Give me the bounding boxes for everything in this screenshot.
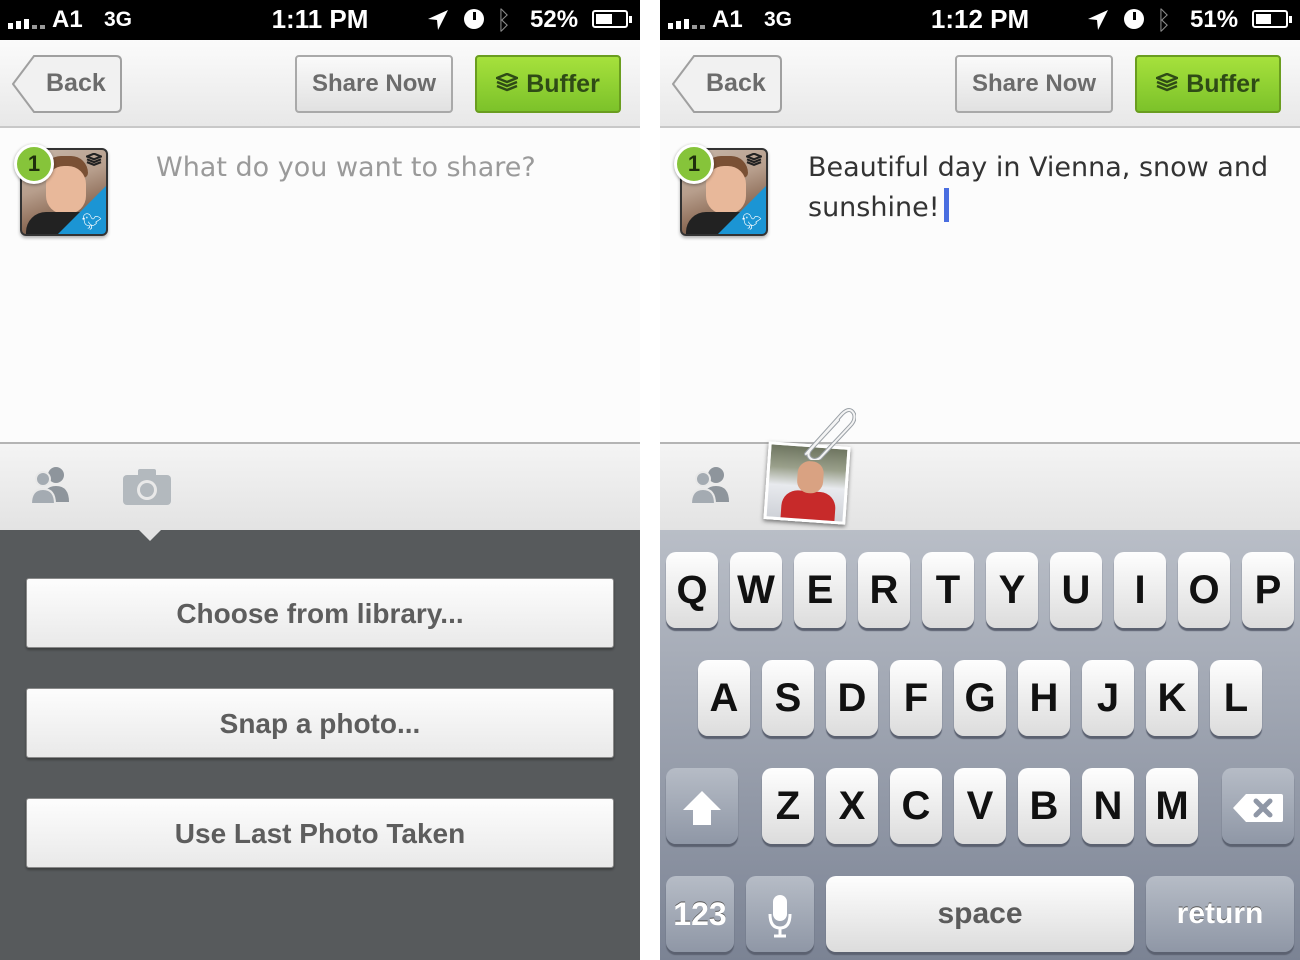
choose-from-library-button[interactable]: Choose from library...	[26, 578, 614, 648]
key-y[interactable]: Y	[986, 552, 1038, 628]
buffer-stack-icon	[746, 153, 762, 167]
key-t[interactable]: T	[922, 552, 974, 628]
key-m[interactable]: M	[1146, 768, 1198, 844]
profile-count-badge: 1	[674, 144, 714, 184]
back-button-label: Back	[46, 69, 106, 97]
use-last-photo-button[interactable]: Use Last Photo Taken	[26, 798, 614, 868]
backspace-icon	[1233, 794, 1283, 823]
key-i[interactable]: I	[1114, 552, 1166, 628]
paperclip-icon	[804, 408, 856, 460]
bluetooth-icon: ᛒ	[496, 5, 512, 35]
key-f[interactable]: F	[890, 660, 942, 736]
compose-input[interactable]: Beautiful day in Vienna, snow and sunshi…	[808, 148, 1278, 228]
compose-text: Beautiful day in Vienna, snow and sunshi…	[808, 152, 1269, 223]
key-b[interactable]: B	[1018, 768, 1070, 844]
space-key[interactable]: space	[826, 876, 1134, 952]
key-d[interactable]: D	[826, 660, 878, 736]
key-v[interactable]: V	[954, 768, 1006, 844]
key-q[interactable]: Q	[666, 552, 718, 628]
people-icon[interactable]	[30, 464, 72, 506]
keyboard: Q W E R T Y U I O P A S D F G H J K L Z …	[660, 530, 1300, 960]
key-r[interactable]: R	[858, 552, 910, 628]
clock-icon	[464, 9, 484, 29]
key-e[interactable]: E	[794, 552, 846, 628]
buffer-stack-icon	[1156, 73, 1179, 92]
snap-photo-button[interactable]: Snap a photo...	[26, 688, 614, 758]
compose-toolbar	[660, 442, 1300, 530]
shift-arrow-icon	[683, 791, 721, 826]
profile-count-badge: 1	[14, 144, 54, 184]
battery-icon	[1252, 10, 1292, 28]
bluetooth-icon: ᛒ	[1156, 5, 1172, 35]
dictation-key[interactable]	[746, 876, 814, 952]
location-arrow-icon	[428, 10, 448, 30]
share-now-button[interactable]: Share Now	[295, 55, 453, 113]
clock-icon	[1124, 9, 1144, 29]
buffer-button-label: Buffer	[526, 70, 600, 98]
key-h[interactable]: H	[1018, 660, 1070, 736]
buffer-button[interactable]: Buffer	[475, 55, 621, 113]
key-k[interactable]: K	[1146, 660, 1198, 736]
key-a[interactable]: A	[698, 660, 750, 736]
menu-pointer	[138, 529, 162, 541]
text-caret	[943, 188, 949, 222]
buffer-stack-icon	[496, 73, 519, 92]
key-z[interactable]: Z	[762, 768, 814, 844]
nav-bar: Back Share Now Buffer	[660, 40, 1300, 128]
microphone-icon	[768, 895, 792, 938]
key-j[interactable]: J	[1082, 660, 1134, 736]
screen-compose-photo-menu: A1 3G 1:11 PM ᛒ 52% Back Share Now Buffe…	[0, 0, 640, 960]
status-bar: A1 3G 1:12 PM ᛒ 51%	[660, 0, 1300, 40]
key-p[interactable]: P	[1242, 552, 1294, 628]
buffer-button[interactable]: Buffer	[1135, 55, 1281, 113]
twitter-bird-icon: 🐦︎	[81, 214, 102, 231]
numbers-key[interactable]: 123	[666, 876, 734, 952]
compose-toolbar	[0, 442, 640, 530]
battery-percent: 51%	[1190, 6, 1239, 33]
key-x[interactable]: X	[826, 768, 878, 844]
buffer-stack-icon	[86, 153, 102, 167]
screen-compose-keyboard: A1 3G 1:12 PM ᛒ 51% Back Share Now Buffe…	[660, 0, 1300, 960]
buffer-button-label: Buffer	[1186, 70, 1260, 98]
key-g[interactable]: G	[954, 660, 1006, 736]
key-u[interactable]: U	[1050, 552, 1102, 628]
shift-key[interactable]	[666, 768, 738, 844]
nav-bar: Back Share Now Buffer	[0, 40, 640, 128]
back-button[interactable]: Back	[12, 55, 122, 113]
camera-icon[interactable]	[122, 468, 172, 506]
location-arrow-icon	[1088, 10, 1108, 30]
photo-options-menu: Choose from library... Snap a photo... U…	[0, 529, 640, 960]
compose-area: 🐦︎ 1 Beautiful day in Vienna, snow and s…	[660, 130, 1300, 442]
delete-key[interactable]	[1222, 768, 1294, 844]
people-icon[interactable]	[690, 464, 732, 506]
twitter-bird-icon: 🐦︎	[741, 214, 762, 231]
key-s[interactable]: S	[762, 660, 814, 736]
return-key[interactable]: return	[1146, 876, 1294, 952]
key-o[interactable]: O	[1178, 552, 1230, 628]
key-l[interactable]: L	[1210, 660, 1262, 736]
key-w[interactable]: W	[730, 552, 782, 628]
status-bar: A1 3G 1:11 PM ᛒ 52%	[0, 0, 640, 40]
key-c[interactable]: C	[890, 768, 942, 844]
battery-icon	[592, 10, 632, 28]
battery-percent: 52%	[530, 6, 579, 33]
compose-area: 🐦︎ 1 What do you want to share?	[0, 130, 640, 442]
share-now-button[interactable]: Share Now	[955, 55, 1113, 113]
compose-input[interactable]: What do you want to share?	[156, 148, 616, 188]
back-button[interactable]: Back	[672, 55, 782, 113]
key-n[interactable]: N	[1082, 768, 1134, 844]
back-button-label: Back	[706, 69, 766, 97]
